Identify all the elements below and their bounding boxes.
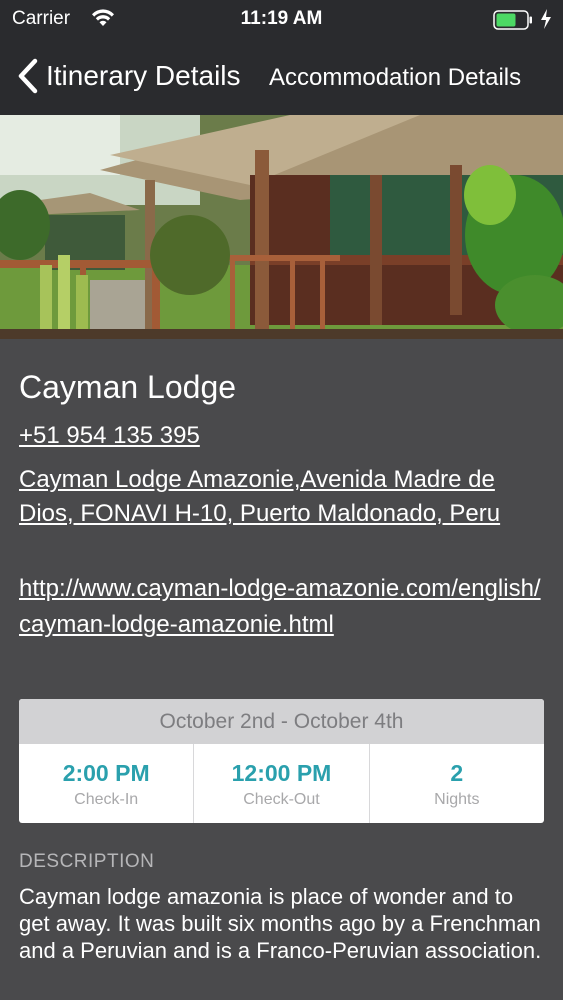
stay-summary-card: October 2nd - October 4th 2:00 PM Check-… xyxy=(19,699,544,823)
charging-bolt-icon xyxy=(541,9,551,29)
check-in-cell: 2:00 PM Check-In xyxy=(19,744,195,823)
chevron-left-icon xyxy=(18,58,38,94)
status-time: 11:19 AM xyxy=(240,8,323,29)
check-in-label: Check-In xyxy=(74,791,139,808)
phone-link[interactable]: +51 954 135 395 xyxy=(19,422,200,450)
stay-dates: October 2nd - October 4th xyxy=(19,699,544,744)
description-text: Cayman lodge amazonia is place of wonder… xyxy=(19,884,542,963)
address-link[interactable]: Cayman Lodge Amazonie,Avenida Madre de D… xyxy=(19,463,549,531)
check-in-time: 2:00 PM xyxy=(62,760,150,786)
back-button[interactable]: Itinerary Details xyxy=(14,56,241,96)
battery-icon xyxy=(493,10,532,30)
check-out-label: Check-Out xyxy=(243,791,320,808)
lodge-photo xyxy=(0,115,563,339)
status-bar: Carrier 11:19 AM xyxy=(0,0,563,40)
nights-label: Nights xyxy=(434,791,480,808)
check-out-cell: 12:00 PM Check-Out xyxy=(194,744,370,823)
lodge-name: Cayman Lodge xyxy=(19,369,237,405)
check-out-time: 12:00 PM xyxy=(231,760,332,786)
nights-cell: 2 Nights xyxy=(370,744,544,823)
lodge-photo-illustration xyxy=(0,115,563,339)
navigation-bar: Itinerary Details Accommodation Details xyxy=(0,40,563,115)
description-heading: DESCRIPTION xyxy=(19,851,155,872)
website-link[interactable]: http://www.cayman-lodge-amazonie.com/eng… xyxy=(19,571,549,643)
back-button-label: Itinerary Details xyxy=(46,60,241,91)
nights-count: 2 xyxy=(450,760,464,786)
page-title: Accommodation Details xyxy=(269,64,522,91)
stay-details-row: 2:00 PM Check-In 12:00 PM Check-Out 2 Ni… xyxy=(19,744,544,823)
accommodation-content: Cayman Lodge +51 954 135 395 Cayman Lodg… xyxy=(0,339,563,1000)
